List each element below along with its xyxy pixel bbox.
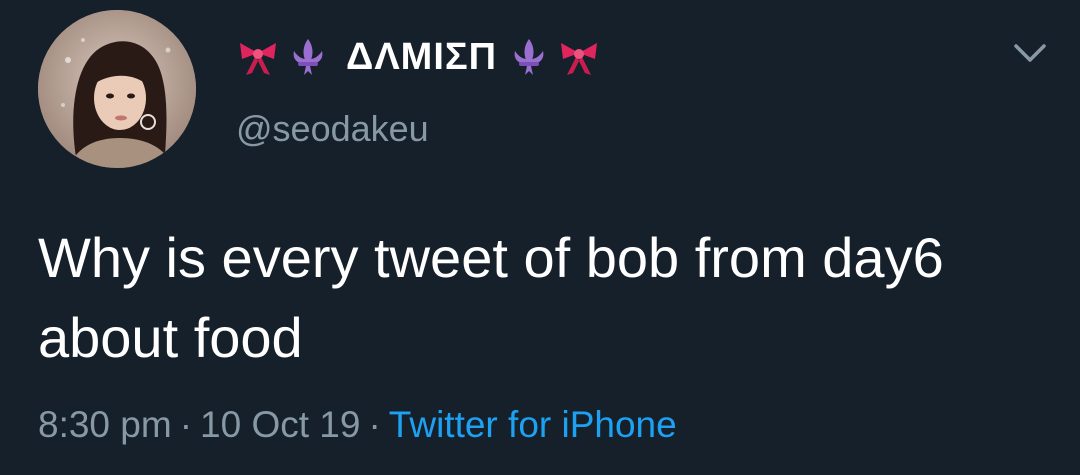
fleur-de-lis-icon [286, 35, 330, 79]
ribbon-icon [236, 35, 280, 79]
chevron-down-icon[interactable] [1010, 38, 1050, 66]
display-name-row[interactable]: ΔΛMIΣΠ [236, 30, 607, 84]
separator-dot: · [179, 404, 193, 445]
separator-dot: · [368, 404, 381, 445]
tweet-metadata: 8:30 pm · 10 Oct 19 · Twitter for iPhone [38, 404, 677, 446]
tweet-date[interactable]: 10 Oct 19 [200, 404, 360, 445]
tweet-source-link[interactable]: Twitter for iPhone [389, 404, 677, 445]
display-name[interactable]: ΔΛMIΣΠ [346, 36, 497, 79]
fleur-de-lis-icon [507, 35, 551, 79]
ribbon-icon [557, 35, 601, 79]
tweet-time[interactable]: 8:30 pm [38, 404, 172, 445]
tweet-card: ΔΛMIΣΠ @seodakeu Why is every tweet of b… [0, 0, 1080, 475]
avatar[interactable] [38, 10, 196, 168]
user-handle[interactable]: @seodakeu [236, 108, 429, 150]
tweet-text: Why is every tweet of bob from day6 abou… [38, 226, 944, 369]
